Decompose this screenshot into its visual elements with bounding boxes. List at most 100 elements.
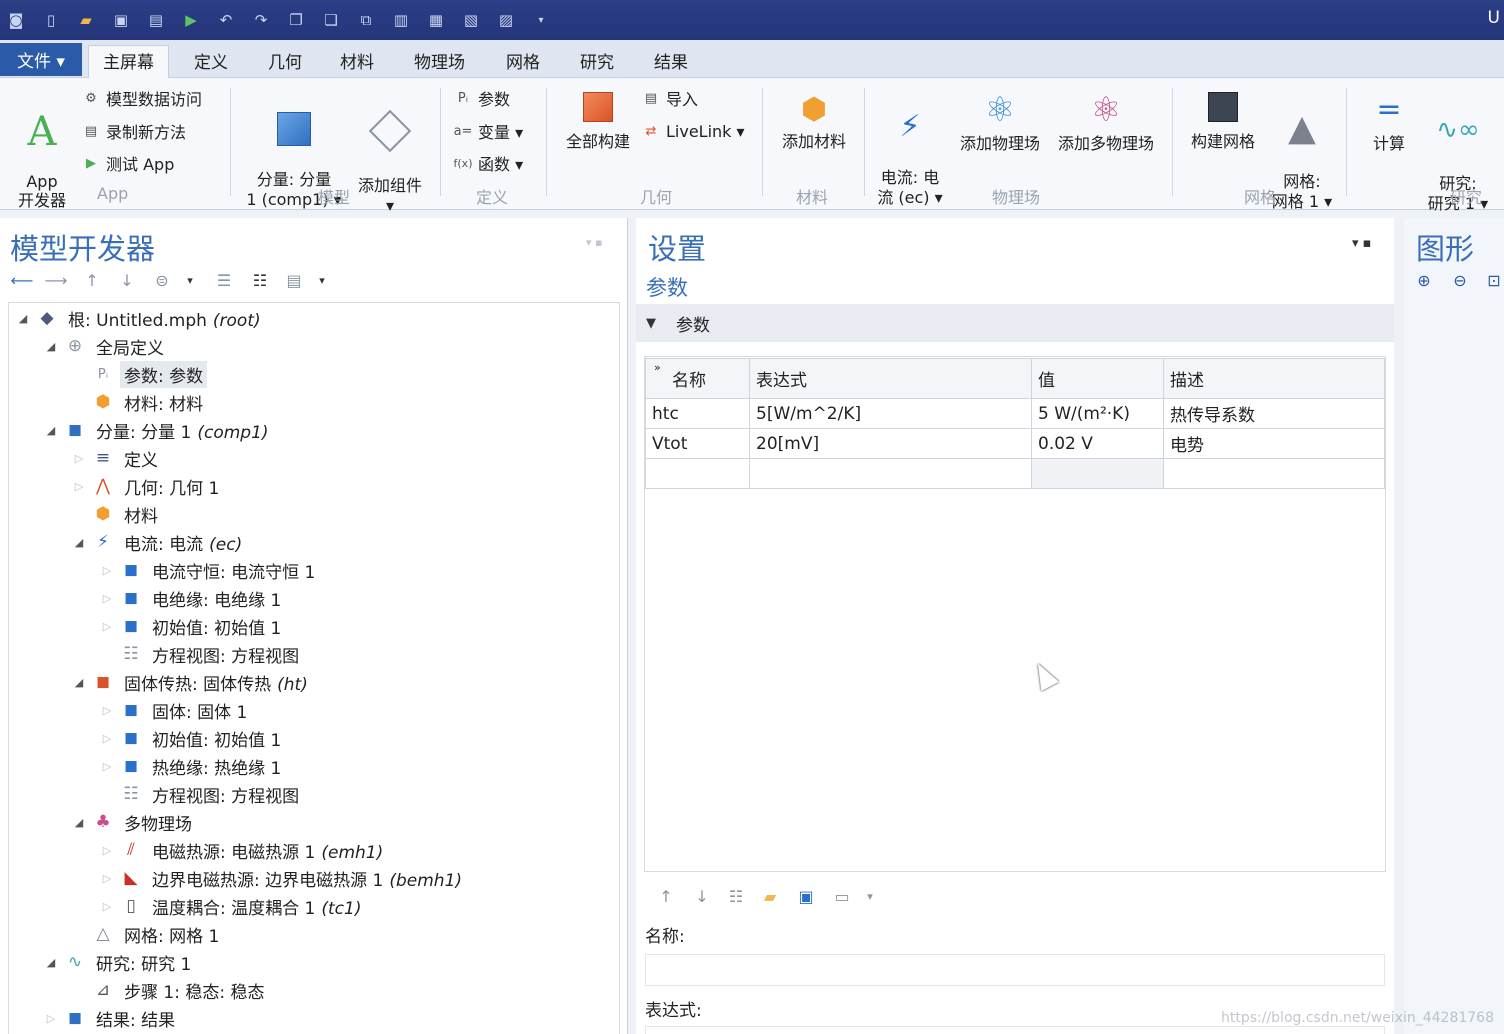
tab-mesh[interactable]: 网格 xyxy=(492,46,554,78)
tree-item[interactable]: ▷ ≡ 定义 xyxy=(72,444,162,472)
collapsed-toggle-icon[interactable]: ▷ xyxy=(100,844,114,857)
open-file-icon[interactable]: ▰ xyxy=(758,884,782,908)
new-file-icon[interactable]: ▯ xyxy=(39,8,63,32)
build-all-button[interactable]: 全部构建 xyxy=(560,92,636,152)
move-up-icon[interactable]: ↑ xyxy=(80,268,104,292)
expression-field[interactable] xyxy=(645,1026,1385,1034)
duplicate-icon[interactable]: ⧉ xyxy=(354,8,378,32)
delete-icon[interactable]: ▥ xyxy=(389,8,413,32)
tab-results[interactable]: 结果 xyxy=(640,46,702,78)
cell-name[interactable]: Vtot xyxy=(645,428,750,459)
report-icon[interactable]: ▨ xyxy=(494,8,518,32)
tree-item[interactable]: ▷ ◼ 电绝缘: 电绝缘 1 xyxy=(100,584,285,612)
back-icon[interactable]: ⟵ xyxy=(10,268,34,292)
parameters-button[interactable]: Pᵢ 参数 xyxy=(454,86,510,110)
show-dropdown-icon[interactable]: ▾ xyxy=(178,268,202,292)
zoom-out-icon[interactable]: ⊖ xyxy=(1448,268,1472,292)
collapsed-toggle-icon[interactable]: ▷ xyxy=(100,704,114,717)
tree-item[interactable]: ◢ ⚡ 电流: 电流 (ec) xyxy=(72,528,246,556)
tree-item[interactable]: ◢ ◼ 分量: 分量 1 (comp1) xyxy=(44,416,273,444)
tree-item[interactable]: ▷ ◼ 固体: 固体 1 xyxy=(100,696,251,724)
forward-icon[interactable]: ⟶ xyxy=(44,268,68,292)
collapsed-toggle-icon[interactable]: ▷ xyxy=(100,564,114,577)
collapsed-toggle-icon[interactable]: ▷ xyxy=(100,732,114,745)
load-from-file-icon[interactable]: ▭ xyxy=(830,884,854,908)
undo-icon[interactable]: ↶ xyxy=(214,8,238,32)
collapse-all-icon[interactable]: ☰ xyxy=(212,268,236,292)
move-down-icon[interactable]: ↓ xyxy=(115,268,139,292)
tree-item[interactable]: Pᵢ 参数: 参数 xyxy=(72,360,208,388)
cell-description[interactable] xyxy=(1163,458,1385,489)
tree-item[interactable]: ▷ ◼ 初始值: 初始值 1 xyxy=(100,724,285,752)
column-header-expression[interactable]: 表达式 xyxy=(749,358,1032,399)
electric-currents-button[interactable]: ⚡ 电流: 电 流 (ec) ▾ xyxy=(874,90,946,208)
tree-item[interactable]: ◢ ⊕ 全局定义 xyxy=(44,332,168,360)
compute-button[interactable]: = 计算 xyxy=(1360,90,1418,154)
tab-definitions[interactable]: 定义 xyxy=(180,46,242,78)
name-field[interactable] xyxy=(645,954,1385,986)
tree-item[interactable]: △ 网格: 网格 1 xyxy=(72,920,223,948)
build-mesh-button[interactable]: 构建网格 xyxy=(1184,92,1262,152)
tab-materials[interactable]: 材料 xyxy=(326,46,388,78)
app-builder-button[interactable]: A App 开发器 xyxy=(10,90,74,230)
tree-item[interactable]: ▷ ⫽ 电磁热源: 电磁热源 1 (emh1) xyxy=(100,836,387,864)
tab-physics[interactable]: 物理场 xyxy=(400,46,479,78)
tools-icon[interactable]: ▧ xyxy=(459,8,483,32)
tree-item[interactable]: ☷ 方程视图: 方程视图 xyxy=(100,640,303,668)
column-header-value[interactable]: 值 xyxy=(1031,358,1164,399)
tree-item[interactable]: ▷ ◼ 电流守恒: 电流守恒 1 xyxy=(100,556,319,584)
table-row[interactable]: htc 5[W/m^2/K] 5 W/(m²·K) 热传导系数 xyxy=(645,398,1385,429)
collapsed-toggle-icon[interactable]: ▷ xyxy=(72,452,86,465)
expanded-toggle-icon[interactable]: ◢ xyxy=(44,424,58,437)
add-multiphysics-button[interactable]: ⚛ 添加多物理场 xyxy=(1052,90,1160,154)
add-material-button[interactable]: ⬢ 添加材料 xyxy=(772,92,856,152)
move-up-icon[interactable]: ↑ xyxy=(654,884,678,908)
expand-all-icon[interactable]: ☷ xyxy=(248,268,272,292)
collapsed-toggle-icon[interactable]: ▷ xyxy=(100,900,114,913)
zoom-box-icon[interactable]: ⊡ xyxy=(1482,268,1504,292)
mesh-button[interactable]: ▲ 网格: 网格 1 ▾ xyxy=(1266,90,1338,212)
model-data-access-button[interactable]: ⚙ 模型数据访问 xyxy=(82,86,202,110)
expanded-toggle-icon[interactable]: ◢ xyxy=(16,312,30,325)
tree-item[interactable]: ◢ ◼ 固体传热: 固体传热 (ht) xyxy=(72,668,312,696)
tree-item[interactable]: ⬢ 材料 xyxy=(72,500,162,528)
save-icon[interactable]: ▣ xyxy=(794,884,818,908)
tab-geometry[interactable]: 几何 xyxy=(254,46,316,78)
save-icon[interactable]: ▣ xyxy=(109,8,133,32)
table-row-empty[interactable] xyxy=(645,458,1385,489)
functions-button[interactable]: f(x) 函数 ▾ xyxy=(454,151,524,175)
expanded-toggle-icon[interactable]: ◢ xyxy=(72,536,86,549)
cell-name[interactable] xyxy=(645,458,750,489)
cell-description[interactable]: 电势 xyxy=(1163,428,1385,459)
tree-item[interactable]: ▷ ▯ 温度耦合: 温度耦合 1 (tc1) xyxy=(100,892,365,920)
tree-item[interactable]: ⬢ 材料: 材料 xyxy=(72,388,207,416)
sort-icon[interactable]: ▤ xyxy=(282,268,306,292)
import-button[interactable]: ▤ 导入 xyxy=(642,86,698,110)
tree-item[interactable]: ▷ ◣ 边界电磁热源: 边界电磁热源 1 (bemh1) xyxy=(100,864,466,892)
cell-expression[interactable]: 20[mV] xyxy=(749,428,1032,459)
collapsed-toggle-icon[interactable]: ▷ xyxy=(100,620,114,633)
parameters-section-header[interactable]: ▼ 参数 xyxy=(636,304,1394,342)
expanded-toggle-icon[interactable]: ◢ xyxy=(72,676,86,689)
copy-icon[interactable]: ❐ xyxy=(284,8,308,32)
show-icon[interactable]: ⊜ xyxy=(150,268,174,292)
cell-expression[interactable] xyxy=(749,458,1032,489)
variables-button[interactable]: a= 变量 ▾ xyxy=(454,119,524,143)
tree-item[interactable]: ⊿ 步骤 1: 稳态: 稳态 xyxy=(72,976,268,1004)
zoom-in-icon[interactable]: ⊕ xyxy=(1412,268,1436,292)
column-header-name[interactable]: » 名称 xyxy=(645,358,750,399)
cell-description[interactable]: 热传导系数 xyxy=(1163,398,1385,429)
tree-item[interactable]: ◢ ♣ 多物理场 xyxy=(72,808,196,836)
expanded-toggle-icon[interactable]: ◢ xyxy=(44,956,58,969)
cell-name[interactable]: htc xyxy=(645,398,750,429)
table-row[interactable]: Vtot 20[mV] 0.02 V 电势 xyxy=(645,428,1385,459)
tab-study[interactable]: 研究 xyxy=(566,46,628,78)
collapsed-toggle-icon[interactable]: ▷ xyxy=(100,760,114,773)
tab-home[interactable]: 主屏幕 xyxy=(88,45,169,79)
paste-icon[interactable]: ❏ xyxy=(319,8,343,32)
collapsed-toggle-icon[interactable]: ▷ xyxy=(100,872,114,885)
panel-menu-icon[interactable]: ▾ ▪ xyxy=(586,236,602,249)
file-menu-button[interactable]: 文件 ▾ xyxy=(0,43,82,76)
cell-expression[interactable]: 5[W/m^2/K] xyxy=(749,398,1032,429)
tree-item[interactable]: ▷ ◼ 热绝缘: 热绝缘 1 xyxy=(100,752,285,780)
